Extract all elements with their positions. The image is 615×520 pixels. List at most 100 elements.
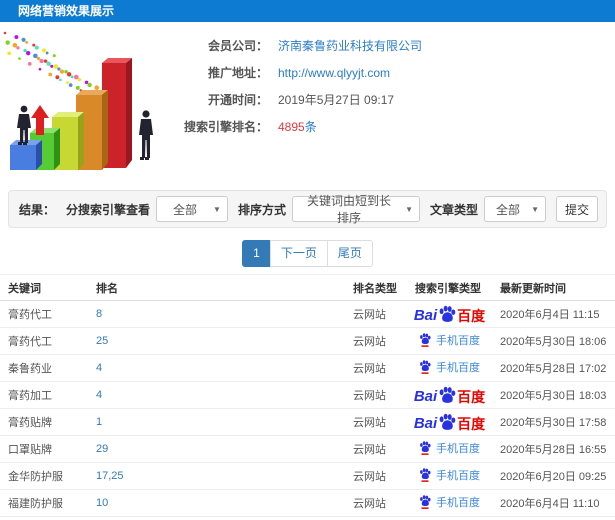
open-time-value: 2019年5月27日 09:17	[278, 93, 395, 107]
engine-filter-value: 全部	[173, 202, 198, 217]
filter-controls: 分搜索引擎查看 全部 ▼ 排序方式 关键词由短到长排序 ▼ 文章类型 全部 ▼ …	[56, 194, 598, 225]
baidu-paw-icon	[420, 332, 431, 347]
rank-type-cell	[345, 516, 407, 520]
baidu-logo[interactable]: Bai 百度	[414, 386, 485, 404]
promo-url-link[interactable]: http://www.qlyyjt.com	[278, 66, 390, 80]
chevron-down-icon: ▼	[531, 204, 539, 214]
engine-rank-label: 搜索引擎排名：	[183, 120, 268, 134]
keyword-cell	[0, 516, 88, 520]
result-label: 结果：	[19, 202, 56, 217]
baidu-paw-icon	[420, 359, 431, 374]
updated-cell: 2020年5月30日 18:03	[492, 381, 615, 409]
article-type-select[interactable]: 全部 ▼	[484, 196, 546, 222]
table-row: 膏药贴牌 1 云网站 Bai 百度 2020年5月30日 17:58	[0, 408, 615, 436]
baidu-logo-bai: Bai	[413, 388, 438, 405]
keyword-cell: 福建防护服	[0, 489, 88, 517]
rank-cell	[88, 516, 345, 520]
mobile-baidu-logo[interactable]: 手机百度	[419, 494, 480, 510]
page: 网络营销效果展示 会员公司： 济南秦鲁药业科技有限公司 推广地址： http:/…	[0, 0, 615, 520]
engine-type-cell: 手机百度	[407, 435, 492, 463]
rank-cell: 17,25	[88, 462, 345, 490]
keyword-cell: 金华防护服	[0, 462, 88, 490]
updated-cell: 2020年5月30日 18:06	[492, 327, 615, 355]
rank-type-cell: 云网站	[345, 327, 407, 355]
table-row: 秦鲁药业 4 云网站 手机百度 2020年5月28日 17:02	[0, 354, 615, 382]
rank-type-cell: 云网站	[345, 489, 407, 517]
mobile-baidu-label: 手机百度	[436, 469, 480, 482]
last-page-button[interactable]: 尾页	[326, 240, 373, 267]
page-1-button[interactable]: 1	[242, 240, 271, 267]
mobile-baidu-label: 手机百度	[436, 442, 480, 455]
keyword-cell: 膏药贴牌	[0, 408, 88, 436]
baidu-paw-icon	[420, 494, 431, 509]
baidu-logo-bai: Bai	[413, 415, 438, 432]
baidu-paw-icon	[439, 413, 456, 430]
engine-type-cell: Bai 百度	[407, 381, 492, 409]
rank-count-suffix: 条	[304, 120, 317, 134]
rank-type-cell: 云网站	[345, 300, 407, 328]
mobile-baidu-label: 手机百度	[436, 496, 480, 509]
engine-type-cell: 手机百度	[407, 327, 492, 355]
keyword-cell: 膏药代工	[0, 327, 88, 355]
col-engine-type: 搜索引擎类型	[407, 274, 492, 301]
sort-value: 关键词由短到长排序	[307, 194, 392, 225]
baidu-logo-cn: 百度	[457, 389, 486, 405]
businessman-right	[139, 110, 153, 160]
company-label: 会员公司：	[207, 39, 268, 53]
next-page-button[interactable]: 下一页	[269, 240, 328, 267]
rank-cell: 4	[88, 354, 345, 382]
baidu-logo[interactable]: Bai 百度	[414, 305, 485, 323]
rank-link[interactable]: 29	[96, 443, 108, 455]
businessman-left	[17, 105, 31, 145]
updated-cell: 2020年6月20日 09:25	[492, 462, 615, 490]
chevron-down-icon: ▼	[405, 204, 413, 214]
table-row: 膏药加工 4 云网站 Bai 百度 2020年5月30日 18:03	[0, 381, 615, 409]
window-title-bar: 网络营销效果展示	[0, 0, 615, 22]
baidu-paw-icon	[420, 440, 431, 455]
rank-type-cell: 云网站	[345, 462, 407, 490]
rank-cell: 1	[88, 408, 345, 436]
col-keyword: 关键词	[0, 274, 88, 301]
sort-select[interactable]: 关键词由短到长排序 ▼	[291, 194, 420, 225]
info-row-url: 推广地址： http://www.qlyyjt.com	[168, 59, 498, 86]
baidu-logo-cn: 百度	[457, 308, 486, 324]
info-row-rank-count: 搜索引擎排名： 4895条	[168, 113, 498, 140]
keyword-cell: 膏药加工	[0, 381, 88, 409]
filter-bar: 结果： 分搜索引擎查看 全部 ▼ 排序方式 关键词由短到长排序 ▼ 文章类型 全…	[8, 190, 607, 228]
rank-link[interactable]: 8	[96, 308, 102, 320]
table-row: 膏药代工 8 云网站 Bai 百度 2020年6月4日 11:15	[0, 300, 615, 328]
keyword-rank-table: 关键词 排名 排名类型 搜索引擎类型 最新更新时间 膏药代工 8 云网站 Bai 百度 2…	[0, 274, 615, 520]
rank-link[interactable]: 25	[96, 335, 108, 347]
rank-type-cell: 云网站	[345, 408, 407, 436]
baidu-logo[interactable]: Bai 百度	[414, 413, 485, 431]
rank-cell: 25	[88, 327, 345, 355]
updated-cell: 2020年6月4日 11:10	[492, 489, 615, 517]
rank-link[interactable]: 4	[96, 389, 102, 401]
rank-link[interactable]: 1	[96, 416, 102, 428]
bar-chart-illustration	[3, 31, 153, 170]
engine-filter-select[interactable]: 全部 ▼	[155, 196, 228, 222]
submit-button[interactable]: 提交	[556, 196, 598, 222]
mobile-baidu-logo[interactable]: 手机百度	[419, 467, 480, 483]
promo-url-label: 推广地址：	[207, 66, 268, 80]
rank-link[interactable]: 10	[96, 497, 108, 509]
updated-cell: 2020年5月28日 17:02	[492, 354, 615, 382]
mobile-baidu-logo[interactable]: 手机百度	[419, 359, 480, 375]
member-info: 会员公司： 济南秦鲁药业科技有限公司 推广地址： http://www.qlyy…	[168, 32, 498, 140]
rank-cell: 29	[88, 435, 345, 463]
open-time-label: 开通时间：	[207, 93, 268, 107]
mobile-baidu-logo[interactable]: 手机百度	[419, 440, 480, 456]
company-name-link[interactable]: 济南秦鲁药业科技有限公司	[278, 37, 422, 54]
sort-label: 排序方式	[237, 202, 286, 217]
table-row-partial: Bai百度	[0, 516, 615, 520]
rank-type-cell: 云网站	[345, 381, 407, 409]
article-type-value: 全部	[496, 202, 521, 217]
engine-rank-value: 4895条	[278, 118, 317, 135]
keyword-cell: 口罩贴牌	[0, 435, 88, 463]
table-row: 口罩贴牌 29 云网站 手机百度 2020年5月28日 16:55	[0, 435, 615, 463]
info-row-company: 会员公司： 济南秦鲁药业科技有限公司	[168, 32, 498, 59]
updated-cell: 2020年5月30日 17:58	[492, 408, 615, 436]
mobile-baidu-logo[interactable]: 手机百度	[419, 332, 480, 348]
rank-link[interactable]: 17,25	[96, 470, 124, 482]
rank-link[interactable]: 4	[96, 362, 102, 374]
